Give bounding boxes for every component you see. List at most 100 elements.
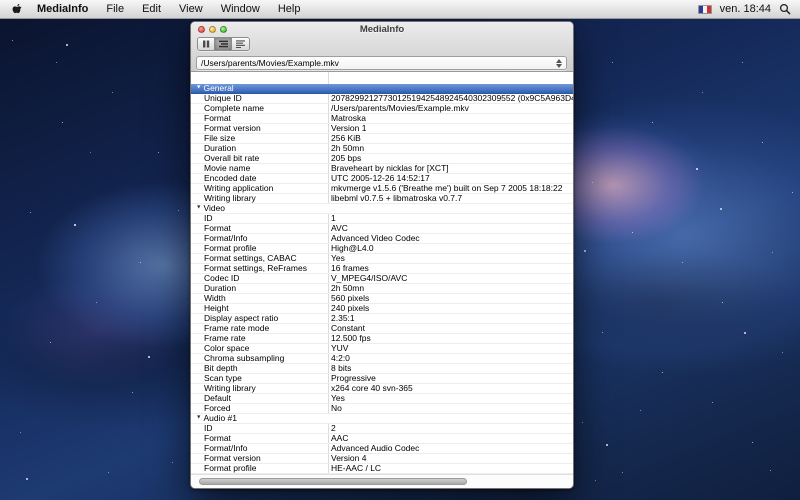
dropdown-stepper-icon bbox=[552, 58, 562, 68]
spotlight-icon[interactable] bbox=[779, 3, 791, 15]
row-label: Writing library bbox=[204, 194, 256, 203]
menu-bar-clock[interactable]: ven. 18:44 bbox=[720, 3, 771, 15]
table-row[interactable]: Height 240 pixels bbox=[191, 304, 573, 314]
table-row[interactable]: Overall bit rate 205 bps bbox=[191, 154, 573, 164]
disclosure-triangle-icon[interactable]: ▼ bbox=[196, 204, 201, 213]
disclosure-triangle-icon[interactable]: ▼ bbox=[196, 84, 201, 93]
row-label: Format profile bbox=[204, 464, 257, 473]
table-row[interactable]: Color space YUV bbox=[191, 344, 573, 354]
section-header[interactable]: ▼ General bbox=[191, 84, 573, 94]
row-label: Format/Info bbox=[204, 444, 248, 453]
row-label: Scan type bbox=[204, 374, 242, 383]
row-label: Chroma subsampling bbox=[204, 354, 285, 363]
table-row[interactable]: Format AVC bbox=[191, 224, 573, 234]
table-row[interactable]: Format settings, CABAC Yes bbox=[191, 254, 573, 264]
row-label: Complete name bbox=[204, 104, 265, 113]
table-row[interactable]: Format Matroska bbox=[191, 114, 573, 124]
window-titlebar[interactable]: MediaInfo /Users/parents/Movies/Example.… bbox=[191, 22, 573, 72]
row-label: Color space bbox=[204, 344, 250, 353]
tree-view-button[interactable] bbox=[215, 38, 232, 50]
table-row[interactable]: Encoded date UTC 2005-12-26 14:52:17 bbox=[191, 174, 573, 184]
row-value: Matroska bbox=[331, 114, 366, 123]
disclosure-triangle-icon[interactable]: ▼ bbox=[196, 414, 201, 423]
table-row[interactable]: ID 2 bbox=[191, 424, 573, 434]
table-row[interactable]: Unique ID 2078299212773012519425489245403… bbox=[191, 94, 573, 104]
file-path-dropdown[interactable]: /Users/parents/Movies/Example.mkv bbox=[196, 56, 567, 70]
table-row[interactable]: Frame rate mode Constant bbox=[191, 324, 573, 334]
apple-menu-icon[interactable] bbox=[9, 3, 28, 16]
table-row[interactable]: Forced No bbox=[191, 404, 573, 414]
table-row[interactable]: Format/Info Advanced Audio Codec bbox=[191, 444, 573, 454]
row-label: Format bbox=[204, 224, 231, 233]
table-row[interactable]: ID 1 bbox=[191, 214, 573, 224]
table-row[interactable]: Default Yes bbox=[191, 394, 573, 404]
row-label: Format/Info bbox=[204, 234, 248, 243]
mediainfo-window: MediaInfo /Users/parents/Movies/Example.… bbox=[190, 21, 574, 489]
row-label: Unique ID bbox=[204, 94, 242, 103]
row-value: Braveheart by nicklas for [XCT] bbox=[331, 164, 449, 173]
table-row[interactable]: Width 560 pixels bbox=[191, 294, 573, 304]
menu-item-view[interactable]: View bbox=[170, 0, 212, 19]
menu-item-app[interactable]: MediaInfo bbox=[28, 0, 97, 19]
row-value: mkvmerge v1.5.6 ('Breathe me') built on … bbox=[331, 184, 563, 193]
row-value: YUV bbox=[331, 344, 349, 353]
table-row[interactable]: Writing library libebml v0.7.5 + libmatro… bbox=[191, 194, 573, 204]
table-row[interactable]: Bit depth 8 bits bbox=[191, 364, 573, 374]
row-label: File size bbox=[204, 134, 236, 143]
row-value: 207829921277301251942548924540302309552 … bbox=[331, 94, 573, 103]
section-header[interactable]: ▼ Audio #1 bbox=[191, 414, 573, 424]
table-row[interactable]: Frame rate 12.500 fps bbox=[191, 334, 573, 344]
table-row[interactable]: Format/Info Advanced Video Codec bbox=[191, 234, 573, 244]
table-row[interactable]: File size 256 KiB bbox=[191, 134, 573, 144]
desktop: MediaInfo File Edit View Window Help ven… bbox=[0, 0, 800, 500]
text-view-button[interactable] bbox=[232, 38, 249, 50]
table-row[interactable]: Display aspect ratio 2.35:1 bbox=[191, 314, 573, 324]
row-label: Width bbox=[204, 294, 226, 303]
row-label: Forced bbox=[204, 404, 231, 413]
row-value: 16 frames bbox=[331, 264, 369, 273]
row-value: 1 bbox=[331, 214, 336, 223]
horizontal-scrollbar-thumb[interactable] bbox=[199, 478, 467, 485]
file-path-value: /Users/parents/Movies/Example.mkv bbox=[201, 58, 339, 68]
columns-view-icon bbox=[203, 40, 210, 48]
table-row[interactable]: Chroma subsampling 4:2:0 bbox=[191, 354, 573, 364]
row-value: High@L4.0 bbox=[331, 244, 374, 253]
row-value: 2 bbox=[331, 424, 336, 433]
table-row[interactable]: Codec ID V_MPEG4/ISO/AVC bbox=[191, 274, 573, 284]
table-row[interactable]: Duration 2h 50mn bbox=[191, 284, 573, 294]
table-row[interactable]: Duration 2h 50mn bbox=[191, 144, 573, 154]
table-row[interactable]: Format version Version 4 bbox=[191, 454, 573, 464]
table-row[interactable]: Writing application mkvmerge v1.5.6 ('Bre… bbox=[191, 184, 573, 194]
row-label: Movie name bbox=[204, 164, 251, 173]
table-row[interactable]: Movie name Braveheart by nicklas for [XCT… bbox=[191, 164, 573, 174]
input-language-flag-icon[interactable] bbox=[697, 4, 712, 14]
row-label: Frame rate mode bbox=[204, 324, 270, 333]
table-row[interactable]: Format settings, ReFrames 16 frames bbox=[191, 264, 573, 274]
menu-item-edit[interactable]: Edit bbox=[133, 0, 170, 19]
row-value: Progressive bbox=[331, 374, 376, 383]
table-row[interactable]: Format AAC bbox=[191, 434, 573, 444]
row-label: Format bbox=[204, 434, 231, 443]
menu-item-help[interactable]: Help bbox=[269, 0, 310, 19]
row-label: Duration bbox=[204, 284, 237, 293]
row-value: 2h 50mn bbox=[331, 144, 365, 153]
horizontal-scrollbar-track[interactable] bbox=[191, 474, 573, 488]
columns-view-button[interactable] bbox=[198, 38, 215, 50]
row-label: Overall bit rate bbox=[204, 154, 260, 163]
menu-item-window[interactable]: Window bbox=[212, 0, 269, 19]
row-value: 2.35:1 bbox=[331, 314, 355, 323]
row-value: Advanced Video Codec bbox=[331, 234, 420, 243]
table-row[interactable]: Format profile HE-AAC / LC bbox=[191, 464, 573, 474]
table-row[interactable]: Format profile High@L4.0 bbox=[191, 244, 573, 254]
menu-item-file[interactable]: File bbox=[97, 0, 133, 19]
row-value: 2h 50mn bbox=[331, 284, 365, 293]
section-title: General bbox=[203, 83, 234, 93]
row-value: Version 4 bbox=[331, 454, 367, 463]
row-value: Constant bbox=[331, 324, 366, 333]
table-row[interactable]: Scan type Progressive bbox=[191, 374, 573, 384]
table-row[interactable]: Writing library x264 core 40 svn-365 bbox=[191, 384, 573, 394]
table-row[interactable]: Complete name/Users/parents/Movies/Examp… bbox=[191, 104, 573, 114]
section-header[interactable]: ▼ Video bbox=[191, 204, 573, 214]
table-row[interactable]: Format version Version 1 bbox=[191, 124, 573, 134]
row-value: 4:2:0 bbox=[331, 354, 350, 363]
